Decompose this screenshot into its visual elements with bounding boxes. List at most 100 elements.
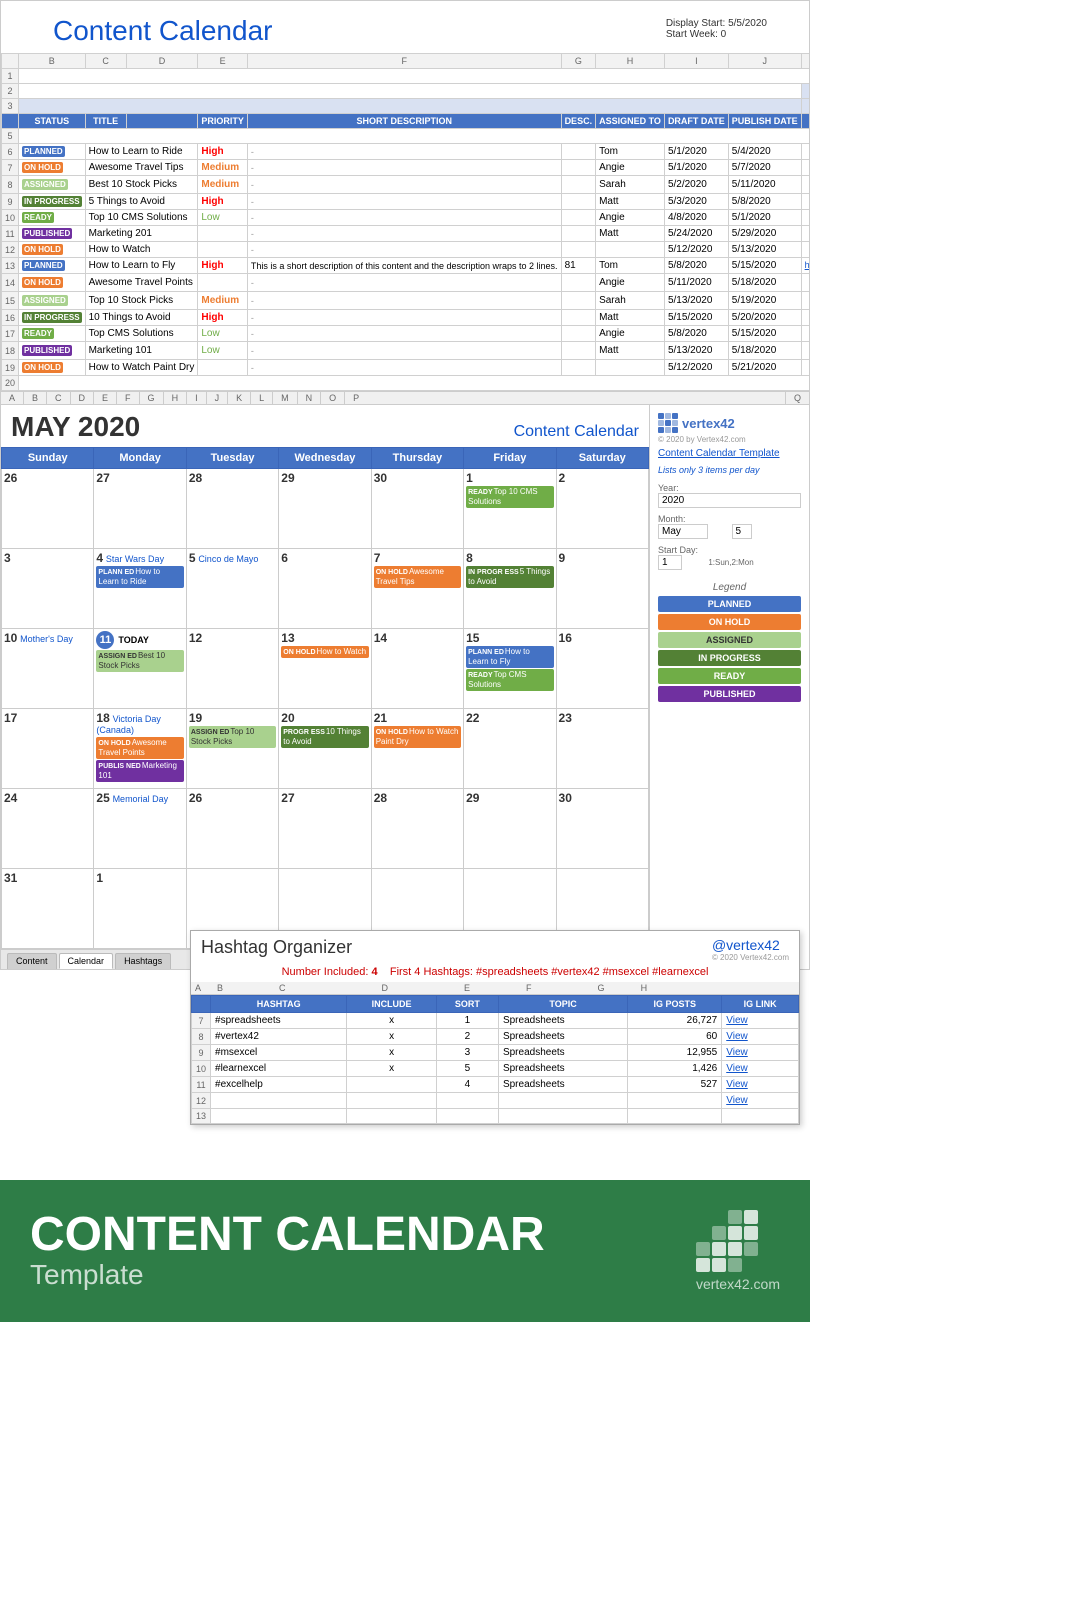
ht-view-link[interactable]: View bbox=[726, 1079, 748, 1090]
cal-day: 17 bbox=[2, 709, 94, 789]
cal-event: ASSIGN EDBest 10 Stock Picks bbox=[96, 650, 183, 672]
legend-planned: PLANNED bbox=[658, 596, 801, 612]
sidebar-logo: vertex42 bbox=[658, 413, 801, 433]
hashtag-section: Hashtag Organizer @vertex42 © 2020 Verte… bbox=[190, 930, 800, 1125]
spreadsheet-section: Content Calendar Display Start: 5/5/2020… bbox=[0, 0, 810, 392]
sidebar-month-label: Month: bbox=[658, 514, 728, 524]
cal-day: 5 Cinco de Mayo bbox=[186, 549, 278, 629]
ht-row: 7 #spreadsheets x 1 Spreadsheets 26,727 … bbox=[192, 1013, 799, 1029]
cal-day: 28 bbox=[371, 789, 463, 869]
ht-row: 11 #excelhelp 4 Spreadsheets 527 View bbox=[192, 1077, 799, 1093]
cal-event: ASSIGN EDTop 10 Stock Picks bbox=[189, 726, 276, 748]
table-row: 13 PLANNED How to Learn to Fly High This… bbox=[2, 258, 810, 274]
legend-assigned: ASSIGNED bbox=[658, 632, 801, 648]
ht-view-link[interactable]: View bbox=[726, 1095, 748, 1106]
cal-day: 8 IN PROGR ESS5 Things to Avoid bbox=[464, 549, 556, 629]
sidebar-month-input[interactable] bbox=[658, 524, 708, 539]
cal-day: 27 bbox=[94, 469, 186, 549]
ht-col-igposts: IG POSTS bbox=[628, 996, 722, 1013]
cal-day: 9 bbox=[556, 549, 648, 629]
ht-view-link[interactable]: View bbox=[726, 1063, 748, 1074]
cal-day: 21 ON HOLDHow to Watch Paint Dry bbox=[371, 709, 463, 789]
cal-day: 29 bbox=[279, 469, 371, 549]
cal-header-sat: Saturday bbox=[556, 448, 648, 469]
banner-sub-title: Template bbox=[30, 1259, 545, 1291]
ht-table: HASHTAG INCLUDE SORT TOPIC IG POSTS IG L… bbox=[191, 995, 799, 1124]
ht-view-link[interactable]: View bbox=[726, 1031, 748, 1042]
cal-day: 6 bbox=[279, 549, 371, 629]
cal-day: 22 bbox=[464, 709, 556, 789]
table-row: 10 READY Top 10 CMS Solutions Low - Angi… bbox=[2, 210, 810, 226]
cal-day: 2 bbox=[556, 469, 648, 549]
cal-day: 12 bbox=[186, 629, 278, 709]
cal-event: ON HOLDAwesome Travel Points bbox=[96, 737, 183, 759]
calendar-main: MAY 2020 Content Calendar Sunday Monday … bbox=[1, 405, 649, 969]
cal-header-wed: Wednesday bbox=[279, 448, 371, 469]
ht-copyright: © 2020 Vertex42.com bbox=[712, 953, 789, 962]
ht-col-iglink: IG LINK bbox=[722, 996, 799, 1013]
spreadsheet-title: Content Calendar bbox=[13, 7, 284, 51]
cal-day: 10 Mother's Day bbox=[2, 629, 94, 709]
ht-col-topic: TOPIC bbox=[498, 996, 627, 1013]
cal-day: 7 ON HOLDAwesome Travel Tips bbox=[371, 549, 463, 629]
ht-view-link[interactable]: View bbox=[726, 1015, 748, 1026]
ht-col-header-bar: ABCDEFGH bbox=[191, 982, 799, 995]
sidebar-year-input[interactable] bbox=[658, 493, 801, 508]
start-week-label: Start Week: bbox=[666, 29, 718, 40]
table-row: 7 ON HOLD Awesome Travel Tips Medium - A… bbox=[2, 160, 810, 176]
sidebar-template-link[interactable]: Content Calendar Template bbox=[658, 448, 801, 459]
cal-day: 18 Victoria Day (Canada) ON HOLDAwesome … bbox=[94, 709, 186, 789]
display-start-label: Display Start: bbox=[666, 18, 725, 29]
ht-row: 8 #vertex42 x 2 Spreadsheets 60 View bbox=[192, 1029, 799, 1045]
table-row: 14 ON HOLD Awesome Travel Points - Angie… bbox=[2, 274, 810, 292]
cal-day: 1 READYTop 10 CMS Solutions bbox=[464, 469, 556, 549]
cal-day: 15 PLANN EDHow to Learn to Fly READYTop … bbox=[464, 629, 556, 709]
banner-text: CONTENT CALENDAR Template bbox=[30, 1211, 545, 1291]
cal-day: 13 ON HOLDHow to Watch bbox=[279, 629, 371, 709]
cal-header-tue: Tuesday bbox=[186, 448, 278, 469]
ht-row: 10 #learnexcel x 5 Spreadsheets 1,426 Vi… bbox=[192, 1061, 799, 1077]
table-row: 17 READY Top CMS Solutions Low - Angie 5… bbox=[2, 326, 810, 342]
ht-row: 12 View bbox=[192, 1093, 799, 1109]
cal-header-mon: Monday bbox=[94, 448, 186, 469]
ht-col-rownum bbox=[192, 996, 211, 1013]
legend-inprogress: IN PROGRESS bbox=[658, 650, 801, 666]
ht-col-hashtag: HASHTAG bbox=[211, 996, 347, 1013]
bottom-banner: CONTENT CALENDAR Template vertex42.com bbox=[0, 1180, 810, 1322]
table-row: 9 IN PROGRESS 5 Things to Avoid High - M… bbox=[2, 194, 810, 210]
spreadsheet-table: B C D E F G H I J K LMN OPQ RST UVW XYZ … bbox=[1, 53, 809, 391]
start-week-value: 0 bbox=[721, 29, 727, 40]
ht-col-include: INCLUDE bbox=[347, 996, 437, 1013]
table-row: 15 ASSIGNED Top 10 Stock Picks Medium - … bbox=[2, 292, 810, 310]
cal-header-sun: Sunday bbox=[2, 448, 94, 469]
table-row: 12 ON HOLD How to Watch - 5/12/2020 5/13… bbox=[2, 242, 810, 258]
sidebar-startday-field: Start Day: bbox=[658, 545, 704, 570]
ht-row: 9 #msexcel x 3 Spreadsheets 12,955 View bbox=[192, 1045, 799, 1061]
cal-day: 26 bbox=[186, 789, 278, 869]
ht-row: 13 bbox=[192, 1109, 799, 1124]
cal-subtitle: Content Calendar bbox=[514, 423, 639, 441]
cal-day: 26 bbox=[2, 469, 94, 549]
cal-day: 11 TODAY ASSIGN EDBest 10 Stock Picks bbox=[94, 629, 186, 709]
cal-day: 19 ASSIGN EDTop 10 Stock Picks bbox=[186, 709, 278, 789]
calendar-section: MAY 2020 Content Calendar Sunday Monday … bbox=[0, 405, 810, 970]
calendar-sidebar: vertex42 © 2020 by Vertex42.com Content … bbox=[649, 405, 809, 969]
cal-day: 20 PROGR ESS10 Things to Avoid bbox=[279, 709, 371, 789]
ht-view-link[interactable]: View bbox=[726, 1047, 748, 1058]
table-row: 8 ASSIGNED Best 10 Stock Picks Medium - … bbox=[2, 176, 810, 194]
cal-day: 29 bbox=[464, 789, 556, 869]
ht-number-included-value: 4 bbox=[371, 966, 377, 978]
sidebar-year-label: Year: bbox=[658, 483, 801, 493]
sidebar-month-num-input[interactable] bbox=[732, 524, 752, 539]
v42-logo-icon bbox=[658, 413, 678, 433]
ht-summary: Number Included: 4 First 4 Hashtags: #sp… bbox=[191, 964, 799, 982]
cal-header-thu: Thursday bbox=[371, 448, 463, 469]
cal-month-title: MAY 2020 bbox=[11, 411, 140, 443]
cal-event: PUBLIS NEDMarketing 101 bbox=[96, 760, 183, 782]
banner-main-title: CONTENT CALENDAR bbox=[30, 1211, 545, 1259]
sidebar-startday-input[interactable] bbox=[658, 555, 682, 570]
cal-event: ON HOLDHow to Watch bbox=[281, 646, 368, 658]
banner-logo-text: vertex42.com bbox=[696, 1276, 780, 1292]
cal-day: 4 Star Wars Day PLANN EDHow to Learn to … bbox=[94, 549, 186, 629]
cal-day: 30 bbox=[556, 789, 648, 869]
